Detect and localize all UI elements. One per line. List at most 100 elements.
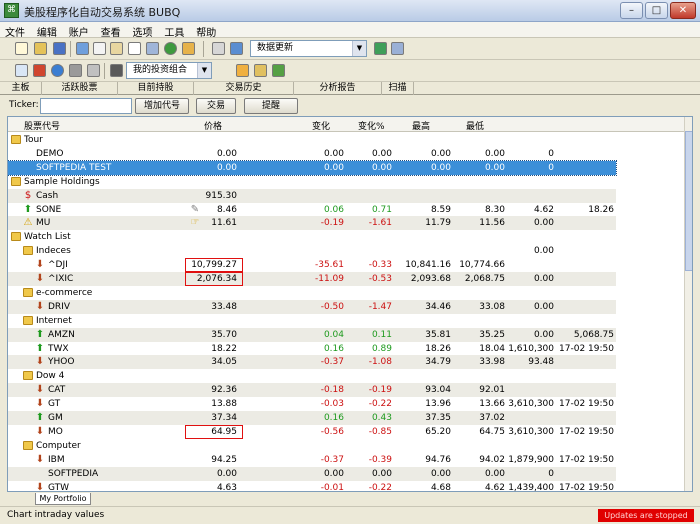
up-arrow-icon: ⬆ [23,203,33,215]
check-icon[interactable] [374,42,387,55]
minimize-button[interactable]: – [620,2,643,19]
column-header-symbol[interactable]: 股票代号 [24,119,60,132]
cell-price: 0.00 [216,148,237,159]
cell-chgp: -1.08 [368,357,392,368]
group-row[interactable]: Internet [8,314,616,328]
save-icon[interactable] [53,42,66,55]
column-header-change-percent[interactable]: 变化% [358,119,385,132]
menu-bar: 文件 编辑 账户 查看 选项 工具 帮助 [0,22,700,39]
line-chart-icon[interactable] [15,64,28,77]
copy-icon[interactable] [93,42,106,55]
cell-chgp: -0.85 [368,426,392,437]
menu-edit[interactable]: 编辑 [32,22,61,39]
stock-row[interactable]: ⬇ IBM 94.25 -0.37 -0.39 94.76 94.02 1,879,900 17… [8,453,616,467]
cell-high: 0.00 [430,148,451,159]
stock-row[interactable]: ⬇ MO 64.95 -0.56 -0.85 65.20 64.75 3,610,300 17-… [8,424,616,439]
ticker-input[interactable] [40,98,132,114]
sheet-tab-my-portfolio[interactable]: My Portfolio [35,493,91,505]
portfolio-label: 我的投资组合 [133,65,188,75]
paste-icon[interactable] [110,42,123,55]
stock-row[interactable]: $ Cash 915.30 [8,188,616,203]
stock-row[interactable]: ⬇ GTW 4.63 -0.01 -0.22 4.68 4.62 1,439,400 17-02… [8,481,616,492]
cell-c7: 0.00 [533,301,554,312]
stock-row[interactable]: ⬆ GM 37.34 0.16 0.43 37.35 37.02 [8,411,616,425]
list-icon[interactable] [87,64,100,77]
group-row[interactable]: e-commerce [8,286,616,300]
close-button[interactable]: ✕ [670,2,696,19]
cell-high: 34.46 [425,301,451,312]
refresh-icon[interactable] [212,42,225,55]
column-header-price[interactable]: 价格 [204,119,222,132]
stock-row[interactable]: ⬆ SONE ✎ 8.46 0.06 0.71 8.59 8.30 4.62 18.26 [8,203,616,217]
tab-main-board[interactable]: 主板 [0,82,42,95]
column-header-high[interactable]: 最高 [412,119,430,132]
group-row[interactable]: Watch List [8,230,616,244]
menu-view[interactable]: 查看 [96,22,125,39]
trade-button[interactable]: 交易 [196,98,236,114]
stock-row[interactable]: SOFTPEDIA 0.00 0.00 0.00 0.00 0.00 0 [8,466,616,481]
cell-high: 93.04 [425,385,451,396]
tab-trade-history[interactable]: 交易历史 [194,82,294,95]
stock-row[interactable]: SOFTPEDIA TEST 0.00 0.00 0.00 0.00 0.00 0 [8,159,617,176]
settings-icon[interactable] [182,42,195,55]
tab-scan[interactable]: 扫描 [382,82,414,95]
portfolio-dropdown[interactable]: 我的投资组合 ▼ [126,62,212,79]
menu-file[interactable]: 文件 [0,22,29,39]
cell-c7: 1,439,400 [508,482,554,492]
stock-row[interactable]: ⬆ TWX 18.22 0.16 0.89 18.26 18.04 1,610,300 17-0… [8,342,616,356]
stack-icon[interactable] [69,64,82,77]
bar-chart-icon[interactable] [33,64,46,77]
stock-row[interactable]: ⬇ ^IXIC 2,076.34 -11.09 -0.53 2,093.68 2,068.7… [8,272,616,286]
pie-chart-icon[interactable] [51,64,64,77]
stock-row[interactable]: ⬇ GT 13.88 -0.03 -0.22 13.96 13.66 3,610,300 17-… [8,397,616,411]
group-row[interactable]: Tour [8,133,616,147]
menu-options[interactable]: 选项 [128,22,157,39]
group-row[interactable]: Dow 4 [8,369,616,383]
row-label: GT [48,399,61,410]
cut-icon[interactable] [76,42,89,55]
tab-active-stocks[interactable]: 活跃股票 [42,82,118,95]
toolbar-separator [70,41,71,57]
column-header-change[interactable]: 变化 [312,119,330,132]
stock-row[interactable]: ⚠ MU ☞ 11.61 -0.19 -1.61 11.79 11.56 0.00 [8,216,616,231]
cell-chg: -11.09 [314,274,344,284]
tab-analysis-report[interactable]: 分析报告 [294,82,382,95]
print-icon[interactable] [128,42,141,55]
stock-row[interactable]: ⬇ ^DJI 10,799.27 -35.61 -0.33 10,841.16 10,774… [8,258,616,273]
tab-holdings[interactable]: 目前持股 [118,82,194,95]
cell-high: 0.00 [430,162,451,173]
edit-icon[interactable] [236,64,249,77]
new-icon[interactable] [15,42,28,55]
grid-header: 股票代号 价格 变化 变化% 最高 最低 [8,117,686,132]
group-row[interactable]: Computer [8,439,616,453]
stock-row[interactable]: ⬇ CAT 92.36 -0.18 -0.19 93.04 92.01 [8,383,616,398]
column-header-low[interactable]: 最低 [466,119,484,132]
menu-account[interactable]: 账户 [64,22,93,39]
menu-tools[interactable]: 工具 [159,22,188,39]
add-symbol-button[interactable]: 增加代号 [135,98,189,114]
alert-button[interactable]: 提醒 [244,98,298,114]
vertical-scrollbar[interactable] [684,117,692,491]
cell-c8: 17-02 19:50 [559,399,614,410]
row-label: e-commerce [36,287,93,298]
open-icon[interactable] [34,42,47,55]
stock-row[interactable]: ⬇ DRIV 33.48 -0.50 -1.47 34.46 33.08 0.00 [8,299,616,314]
group-row[interactable]: Sample Holdings [8,175,616,189]
stock-row[interactable]: ⬆ AMZN 35.70 0.04 0.11 35.81 35.25 0.00 5,068.75 [8,327,616,342]
help-icon[interactable] [146,42,159,55]
data-update-dropdown[interactable]: 数据更新 ▼ [250,40,367,57]
maximize-button[interactable]: □ [645,2,668,19]
stock-row[interactable]: ⬇ YHOO 34.05 -0.37 -1.08 34.79 33.98 93.48 [8,355,616,370]
menu-help[interactable]: 帮助 [191,22,220,39]
view-tabs: 主板 活跃股票 目前持股 交易历史 分析报告 扫描 [0,82,700,95]
go-icon[interactable] [164,42,177,55]
transactions-icon[interactable] [254,64,267,77]
scrollbar-thumb[interactable] [685,131,692,271]
network-icon[interactable] [391,42,404,55]
cell-price: 33.48 [211,301,237,312]
download-icon[interactable] [272,64,285,77]
stock-row[interactable]: DEMO 0.00 0.00 0.00 0.00 0.00 0 [8,147,616,161]
database-icon[interactable] [230,42,243,55]
group-row[interactable]: Indeces 0.00 [8,244,616,258]
cell-c7: 3,610,300 [508,399,554,410]
